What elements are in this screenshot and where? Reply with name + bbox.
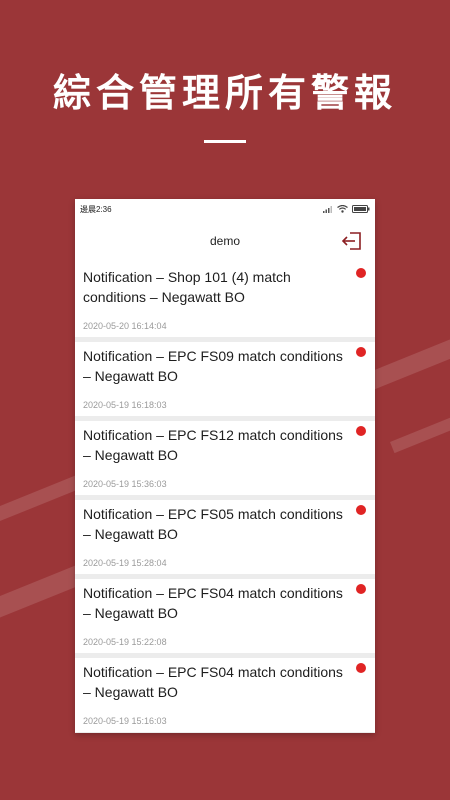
decorative-stripe xyxy=(390,412,450,454)
notification-time: 2020-05-19 15:16:03 xyxy=(83,716,167,726)
notification-time: 2020-05-19 15:36:03 xyxy=(83,479,167,489)
unread-dot-icon xyxy=(356,347,366,357)
notification-item[interactable]: Notification – Shop 101 (4) match condit… xyxy=(75,263,375,337)
phone-screen: 邊晨2:36 demo Notification – Shop 101 (4) … xyxy=(75,199,375,733)
notification-item[interactable]: Notification – EPC FS04 match conditions… xyxy=(75,579,375,653)
notification-item[interactable]: Notification – EPC FS05 match conditions… xyxy=(75,500,375,574)
notification-item[interactable]: Notification – EPC FS12 match conditions… xyxy=(75,421,375,495)
headline-divider xyxy=(204,140,246,143)
notification-title: Notification – EPC FS04 match conditions… xyxy=(83,664,343,700)
headline: 綜合管理所有警報 xyxy=(52,71,397,115)
app-bar: demo xyxy=(75,219,375,263)
notification-list: Notification – Shop 101 (4) match condit… xyxy=(75,263,375,732)
unread-dot-icon xyxy=(356,663,366,673)
notification-title: Notification – EPC FS04 match conditions… xyxy=(83,585,343,621)
notification-title: Notification – Shop 101 (4) match condit… xyxy=(83,269,291,305)
notification-time: 2020-05-19 15:28:04 xyxy=(83,558,167,568)
logout-icon[interactable] xyxy=(341,230,363,252)
app-title: demo xyxy=(209,234,241,248)
status-bar: 邊晨2:36 xyxy=(75,199,375,219)
notification-title: Notification – EPC FS09 match conditions… xyxy=(83,348,343,384)
notification-title: Notification – EPC FS12 match conditions… xyxy=(83,427,343,463)
notification-time: 2020-05-20 16:14:04 xyxy=(83,321,167,331)
unread-dot-icon xyxy=(356,505,366,515)
battery-icon xyxy=(352,205,370,213)
notification-time: 2020-05-19 15:22:08 xyxy=(83,637,167,647)
notification-item[interactable]: Notification – EPC FS09 match conditions… xyxy=(75,342,375,416)
unread-dot-icon xyxy=(356,426,366,436)
signal-icon xyxy=(323,206,332,213)
wifi-icon xyxy=(337,205,348,213)
status-time: 邊晨2:36 xyxy=(80,204,112,214)
unread-dot-icon xyxy=(356,584,366,594)
unread-dot-icon xyxy=(356,268,366,278)
notification-title: Notification – EPC FS05 match conditions… xyxy=(83,506,343,542)
notification-item[interactable]: Notification – EPC FS04 match conditions… xyxy=(75,658,375,732)
notification-time: 2020-05-19 16:18:03 xyxy=(83,400,167,410)
